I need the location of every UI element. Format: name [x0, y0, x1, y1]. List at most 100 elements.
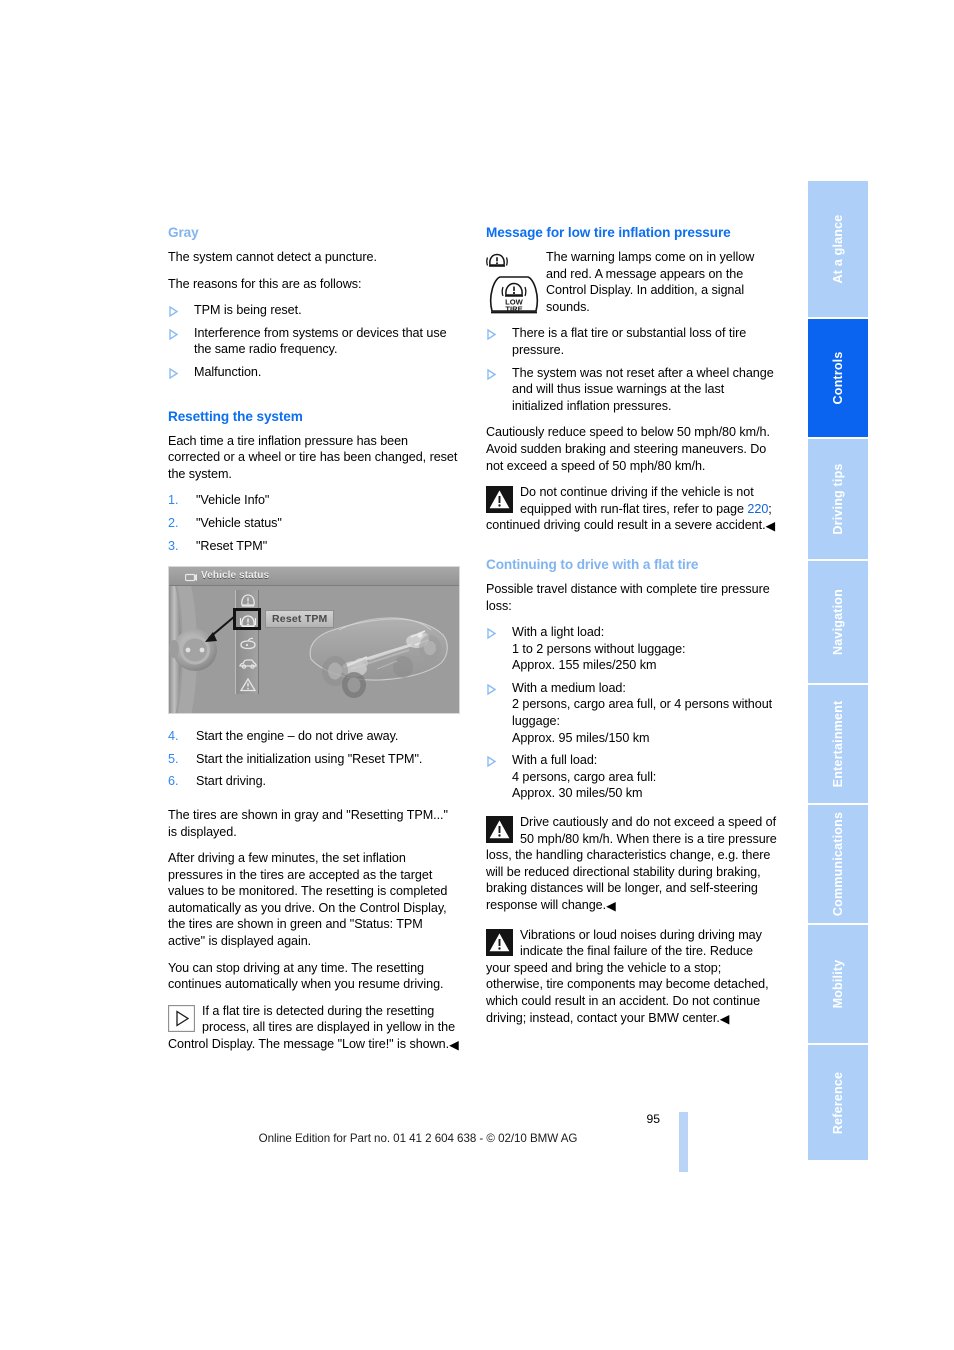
page-edge-marker	[679, 1112, 688, 1172]
sidebar-item-label: At a glance	[831, 214, 845, 284]
load-case-distance: Approx. 30 miles/50 km	[512, 786, 643, 801]
list-item: TPM is being reset.	[168, 302, 460, 319]
end-of-note-mark: ◀	[719, 1011, 730, 1026]
warning-body: Drive cautiously and do not exceed a spe…	[486, 815, 777, 912]
note-text: If a flat tire is detected during the re…	[168, 1004, 459, 1052]
step-label: "Reset TPM"	[196, 538, 268, 553]
triangle-bullet-icon	[487, 368, 497, 380]
warning-text-before: Do not continue driving if the vehicle i…	[520, 485, 754, 516]
reset-intro: Each time a tire inflation pressure has …	[168, 433, 458, 481]
triangle-bullet-icon	[169, 305, 179, 318]
load-case-detail: 1 to 2 persons without luggage:	[512, 641, 686, 656]
sidebar-item-entertainment[interactable]: Entertainment	[808, 683, 868, 803]
step-number: 4.	[168, 729, 179, 744]
sidebar-item-label: Reference	[831, 1071, 845, 1134]
heading-gray: Gray	[168, 225, 199, 240]
reset-steps-second: 4. Start the engine – do not drive away.…	[168, 728, 460, 790]
list-item: 5. Start the initialization using "Reset…	[168, 751, 460, 768]
reduce-speed-paragraph: Cautiously reduce speed to below 50 mph/…	[486, 425, 770, 473]
load-cases-list: With a light load: 1 to 2 persons withou…	[486, 624, 778, 802]
step-label: "Vehicle Info"	[196, 493, 270, 508]
list-item: 1. "Vehicle Info"	[168, 492, 460, 509]
load-case-title: With a full load:	[512, 753, 598, 768]
list-item: There is a flat tire or substantial loss…	[486, 325, 778, 358]
list-item: Interference from systems or devices tha…	[168, 325, 460, 358]
after-paragraph-2: After driving a few minutes, the set inf…	[168, 851, 448, 949]
gray-paragraph-2: The reasons for this are as follows:	[168, 276, 362, 291]
footer-imprint: Online Edition for Part no. 01 41 2 604 …	[258, 1132, 578, 1145]
page-reference-link[interactable]: 220	[747, 502, 768, 516]
warning-triangle-icon	[238, 675, 258, 694]
chapter-tab-strip: At a glance Controls Driving tips Naviga…	[808, 181, 868, 1160]
left-column: Gray The system cannot detect a puncture…	[168, 224, 460, 1064]
step-label: Start the initialization using "Reset TP…	[196, 751, 423, 766]
reset-steps-first: 1. "Vehicle Info" 2. "Vehicle status" 3.…	[168, 492, 460, 554]
tire-pressure-warning-lamp-small	[486, 250, 544, 274]
list-item-label: Malfunction.	[194, 364, 262, 379]
step-label: Start driving.	[196, 774, 266, 789]
load-case-title: With a medium load:	[512, 680, 626, 695]
list-item: 2. "Vehicle status"	[168, 515, 460, 532]
list-item: With a full load: 4 persons, cargo area …	[486, 752, 778, 802]
load-case-title: With a light load:	[512, 625, 605, 640]
sidebar-item-label: Communications	[831, 811, 845, 917]
step-label: "Vehicle status"	[196, 515, 282, 530]
step-number: 6.	[168, 774, 179, 789]
note-flat-tire-during-reset: If a flat tire is detected during the re…	[168, 1003, 460, 1054]
warning-triangle-icon	[486, 816, 513, 844]
step-number: 5.	[168, 751, 179, 766]
sidebar-item-at-a-glance[interactable]: At a glance	[808, 181, 868, 317]
warning-triangle-icon	[486, 486, 513, 514]
warning-lamp-text: The warning lamps come on in yellow and …	[546, 250, 755, 314]
sidebar-item-label: Driving tips	[831, 463, 845, 535]
list-item-label: TPM is being reset.	[194, 303, 302, 318]
warning-text: Drive cautiously and do not exceed a spe…	[486, 815, 777, 913]
warning-vibrations-noises: Vibrations or loud noises during driving…	[486, 927, 778, 1028]
warning-text: Vibrations or loud noises during driving…	[486, 928, 769, 1026]
sidebar-item-communications[interactable]: Communications	[808, 803, 868, 923]
sidebar-item-navigation[interactable]: Navigation	[808, 559, 868, 683]
end-of-note-mark: ◀	[449, 1038, 459, 1052]
sidebar-item-driving-tips[interactable]: Driving tips	[808, 437, 868, 559]
continuing-intro: Possible travel distance with complete t…	[486, 581, 770, 613]
heading-resetting-the-system: Resetting the system	[168, 408, 303, 424]
figure-icon-strip	[235, 590, 259, 695]
warning-run-flat-tires: Do not continue driving if the vehicle i…	[486, 484, 778, 535]
figure-vehicle-status-screen: Vehicle status Reset TPM	[168, 566, 460, 715]
triangle-bullet-icon	[487, 328, 497, 341]
list-item-label: Interference from systems or devices tha…	[194, 325, 447, 357]
load-case-detail: 4 persons, cargo area full:	[512, 769, 657, 784]
warning-triangle-icon	[486, 928, 513, 956]
message-reasons-list: There is a flat tire or substantial loss…	[486, 325, 778, 414]
load-case-detail: 2 persons, cargo area full, or 4 persons…	[512, 697, 773, 729]
svg-text:TIRE: TIRE	[505, 304, 522, 313]
warning-drive-cautiously: Drive cautiously and do not exceed a spe…	[486, 814, 778, 915]
list-item-label: The system was not reset after a wheel c…	[512, 365, 774, 413]
engine-oil-icon	[238, 634, 258, 653]
sidebar-item-mobility[interactable]: Mobility	[808, 923, 868, 1043]
list-item: Malfunction.	[168, 364, 460, 381]
sidebar-item-label: Mobility	[831, 959, 845, 1009]
sidebar-item-controls[interactable]: Controls	[808, 317, 868, 437]
triangle-bullet-icon	[487, 755, 497, 768]
triangle-bullet-icon	[169, 328, 179, 341]
gray-paragraph-1: The system cannot detect a puncture.	[168, 250, 377, 264]
triangle-bullet-icon	[169, 367, 179, 380]
sidebar-item-label: Controls	[831, 351, 845, 405]
step-number: 1.	[168, 493, 179, 508]
transparent-chassis-illustration	[299, 597, 454, 710]
low-tire-warning-lamp: LOW TIRE	[486, 274, 544, 319]
page-content: Gray The system cannot detect a puncture…	[168, 224, 778, 1104]
warning-lamp-block: LOW TIRE The warning lamps come on in ye…	[486, 249, 778, 315]
after-paragraph-3: You can stop driving at any time. The re…	[168, 960, 444, 992]
page-number: 95	[646, 1112, 660, 1126]
sidebar-item-reference[interactable]: Reference	[808, 1043, 868, 1160]
warning-lamp-icons: LOW TIRE	[486, 249, 544, 319]
car-body-icon	[238, 654, 258, 673]
step-number: 3.	[168, 538, 179, 553]
heading-message-low-tire-pressure: Message for low tire inflation pressure	[486, 225, 731, 240]
triangle-bullet-icon	[487, 683, 497, 696]
end-of-note-mark: ◀	[606, 899, 616, 913]
list-item: With a medium load: 2 persons, cargo are…	[486, 680, 778, 746]
list-item-label: There is a flat tire or substantial loss…	[512, 326, 747, 357]
